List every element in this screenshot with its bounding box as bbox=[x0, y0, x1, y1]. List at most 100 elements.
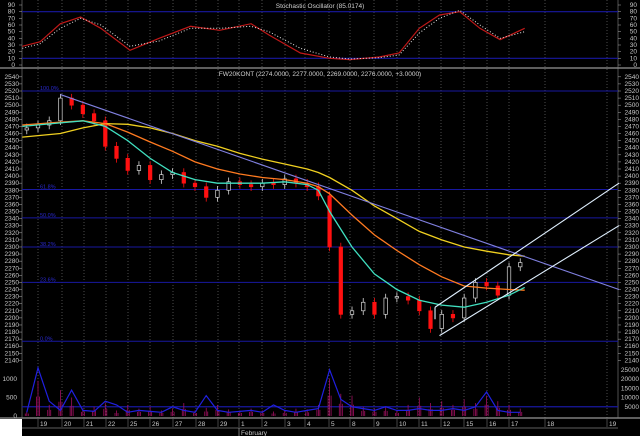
candle-body bbox=[125, 158, 130, 171]
candle-body bbox=[58, 97, 63, 122]
price-tick-left: 2400 bbox=[5, 173, 20, 180]
date-label: 8 bbox=[352, 421, 356, 428]
price-tick-right: 2320 bbox=[625, 230, 640, 237]
candle-body bbox=[114, 145, 119, 159]
price-tick-left: 2180 bbox=[5, 329, 20, 336]
date-label: 20 bbox=[64, 421, 72, 428]
stochastic-main-line bbox=[22, 11, 525, 61]
price-tick-right: 2350 bbox=[625, 209, 640, 216]
price-tick-right: 2490 bbox=[625, 109, 640, 116]
fibonacci-level-label: 100.0% bbox=[40, 86, 59, 92]
price-tick-right: 2280 bbox=[625, 258, 640, 265]
price-tick-right: 2140 bbox=[625, 357, 640, 364]
month-label: February bbox=[241, 430, 268, 436]
stochastic-tick-left: 0 bbox=[11, 62, 15, 69]
price-tick-right: 2500 bbox=[625, 102, 640, 109]
candle-body bbox=[24, 127, 29, 131]
candle-body bbox=[204, 186, 209, 198]
price-tick-left: 2150 bbox=[5, 350, 20, 357]
price-tick-left: 2300 bbox=[5, 244, 20, 251]
candle-body bbox=[327, 195, 332, 248]
corner-box bbox=[0, 419, 22, 436]
candle-body bbox=[439, 313, 444, 329]
price-tick-right: 2520 bbox=[625, 88, 640, 95]
price-tick-right: 2300 bbox=[625, 244, 640, 251]
stochastic-signal-line bbox=[22, 9, 525, 60]
price-tick-right: 2470 bbox=[625, 123, 640, 130]
date-label: 5 bbox=[331, 421, 335, 428]
price-tick-right: 2290 bbox=[625, 251, 640, 258]
price-tick-left: 2310 bbox=[5, 237, 20, 244]
date-label: 25 bbox=[130, 421, 138, 428]
price-tick-left: 2460 bbox=[5, 131, 20, 138]
date-label: 1 bbox=[241, 421, 245, 428]
price-tick-right: 2460 bbox=[625, 131, 640, 138]
candle-body bbox=[405, 296, 411, 301]
candle-body bbox=[450, 313, 456, 319]
price-tick-left: 2510 bbox=[5, 95, 20, 102]
date-label: 3 bbox=[287, 421, 291, 428]
candle-body bbox=[271, 182, 276, 185]
price-tick-right: 2210 bbox=[625, 308, 640, 315]
price-tick-right: 2220 bbox=[625, 301, 640, 308]
price-tick-left: 2430 bbox=[5, 152, 20, 159]
date-label: 4 bbox=[307, 421, 311, 428]
price-tick-right: 2480 bbox=[625, 116, 640, 123]
volume-tick-right: 20000 bbox=[621, 376, 639, 383]
volume-tick-right: 15000 bbox=[621, 385, 639, 392]
candle-body bbox=[361, 301, 366, 312]
price-tick-left: 2540 bbox=[5, 74, 20, 81]
date-label: 29 bbox=[220, 421, 228, 428]
price-tick-right: 2200 bbox=[625, 315, 640, 322]
candle-body bbox=[159, 174, 164, 180]
date-label: 16 bbox=[489, 421, 497, 428]
candle-body bbox=[192, 182, 198, 188]
price-tick-left: 2270 bbox=[5, 265, 20, 272]
price-tick-left: 2380 bbox=[5, 187, 20, 194]
price-tick-left: 2190 bbox=[5, 322, 20, 329]
candle-body bbox=[417, 299, 422, 312]
price-tick-right: 2510 bbox=[625, 95, 640, 102]
price-tick-right: 2540 bbox=[625, 74, 640, 81]
moving-average-mid bbox=[22, 120, 525, 291]
price-tick-left: 2250 bbox=[5, 279, 20, 286]
price-tick-right: 2190 bbox=[625, 322, 640, 329]
price-tick-left: 2520 bbox=[5, 88, 20, 95]
candle-body bbox=[484, 282, 489, 287]
candle-body bbox=[349, 310, 355, 315]
volume-tick-left: 500 bbox=[6, 395, 17, 402]
price-tick-right: 2530 bbox=[625, 81, 640, 88]
price-tick-right: 2310 bbox=[625, 237, 640, 244]
price-tick-left: 2450 bbox=[5, 138, 20, 145]
volume-tick-right: 10000 bbox=[621, 395, 639, 402]
price-tick-left: 2240 bbox=[5, 287, 20, 294]
price-tick-left: 2470 bbox=[5, 123, 20, 130]
stochastic-tick-right: 0 bbox=[633, 62, 637, 69]
price-tick-left: 2440 bbox=[5, 145, 20, 152]
candle-body bbox=[338, 246, 343, 315]
candle-body bbox=[372, 301, 377, 315]
price-tick-left: 2230 bbox=[5, 294, 20, 301]
price-tick-left: 2280 bbox=[5, 258, 20, 265]
date-label: 22 bbox=[108, 421, 116, 428]
date-label: 19 bbox=[609, 421, 617, 428]
stochastic-title: Stochastic Oscillator (85.0174) bbox=[276, 3, 365, 10]
price-tick-right: 2430 bbox=[625, 152, 640, 159]
date-label: 11 bbox=[421, 421, 428, 428]
price-tick-left: 2290 bbox=[5, 251, 20, 258]
volume-tick-right: 25000 bbox=[621, 367, 639, 374]
price-tick-left: 2160 bbox=[5, 343, 20, 350]
price-tick-right: 2250 bbox=[625, 279, 640, 286]
x-axis-background bbox=[0, 419, 640, 436]
candle-body bbox=[495, 285, 500, 296]
candle-body bbox=[248, 184, 254, 188]
candle-body bbox=[518, 262, 523, 268]
stock-chart: 90 9080 8070 7060 6050 5040 4030 3020 2010 100 025… bbox=[0, 0, 640, 436]
price-tick-right: 2150 bbox=[625, 350, 640, 357]
candle-body bbox=[383, 297, 388, 315]
price-tick-right: 2420 bbox=[625, 159, 640, 166]
price-tick-left: 2420 bbox=[5, 159, 20, 166]
price-tick-left: 2410 bbox=[5, 166, 20, 173]
price-tick-left: 2200 bbox=[5, 315, 20, 322]
price-tick-left: 2360 bbox=[5, 201, 20, 208]
